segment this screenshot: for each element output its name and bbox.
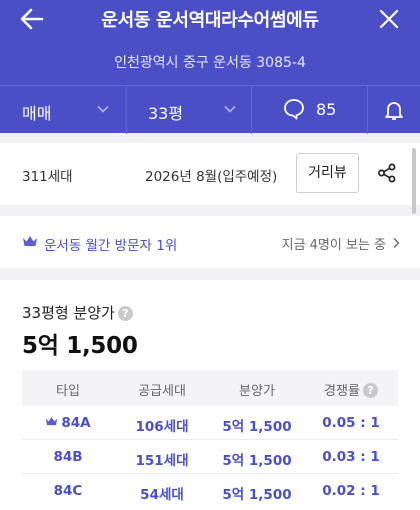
page-title: 운서동 운서역대라수어썸에듀 [101, 10, 319, 31]
sale-price-card: 33평형 분양가? 5억 1,500 타입 공급세대 분양가 경쟁률? 84A … [0, 280, 420, 510]
close-icon [379, 9, 399, 29]
size-label: 33평 [148, 104, 184, 123]
close-button[interactable] [376, 6, 402, 32]
crown-icon [46, 417, 58, 426]
visitor-rank-text: 운서동 월간 방문자 1위 [44, 238, 178, 254]
household-count: 311세대 [22, 169, 73, 185]
column-header-competition: 경쟁률? [304, 380, 398, 399]
table-row[interactable]: 84B 151세대 5억 1,500 0.03 : 1 [22, 440, 398, 474]
size-dropdown[interactable]: 33평 [126, 86, 251, 134]
households-cell: 151세대 [135, 453, 189, 469]
column-header-type: 타입 [56, 384, 80, 399]
notification-button[interactable] [367, 86, 420, 134]
filter-tab-bar: 매매 33평 85 [0, 85, 420, 134]
column-header-price: 분양가 [239, 384, 275, 399]
share-button[interactable] [376, 162, 398, 184]
street-view-button[interactable]: 거리뷰 [296, 153, 359, 193]
bell-icon [385, 102, 403, 120]
chevron-down-icon [97, 105, 109, 113]
sale-type-dropdown[interactable]: 매매 [0, 86, 126, 134]
type-cell: 84C [53, 483, 83, 499]
scrollbar-thumb[interactable] [412, 148, 416, 214]
app-header: 운서동 운서역대라수어썸에듀 인천광역시 중구 운서동 3085-4 매매 33… [0, 0, 420, 134]
current-viewers-link[interactable]: 지금 4명이 보는 중 [282, 234, 386, 253]
chevron-down-icon [224, 105, 236, 113]
competition-cell: 0.02 : 1 [322, 483, 380, 499]
households-cell: 106세대 [135, 419, 189, 435]
back-button[interactable] [18, 6, 46, 32]
help-icon[interactable]: ? [362, 383, 378, 398]
type-cell: 84A [22, 415, 114, 431]
price-cell: 5억 1,500 [222, 487, 292, 503]
crown-icon [23, 236, 37, 246]
sale-price-value: 5억 1,500 [22, 333, 138, 359]
competition-header-label: 경쟁률 [324, 384, 360, 399]
back-arrow-icon [20, 8, 44, 30]
price-cell: 5억 1,500 [222, 419, 292, 435]
chevron-right-icon[interactable] [392, 237, 400, 249]
header-top-bar: 운서동 운서역대라수어썸에듀 [0, 0, 420, 38]
type-label: 84A [61, 415, 91, 431]
price-section-label: 33평형 분양가 [22, 304, 115, 322]
comment-count: 85 [316, 100, 337, 119]
households-cell: 54세대 [140, 487, 184, 503]
price-section-title: 33평형 분양가? [22, 302, 133, 323]
address-text: 인천광역시 중구 운서동 3085-4 [114, 55, 306, 71]
visitor-rank-row: 운서동 월간 방문자 1위 지금 4명이 보는 중 [0, 216, 420, 268]
price-table: 타입 공급세대 분양가 경쟁률? 84A 106세대 5억 1,500 0.05… [22, 370, 398, 508]
table-row[interactable]: 84C 54세대 5억 1,500 0.02 : 1 [22, 474, 398, 508]
competition-cell: 0.05 : 1 [322, 415, 380, 431]
complex-info-row: 311세대 2026년 8월(입주예정) 거리뷰 [0, 143, 420, 205]
move-in-date: 2026년 8월(입주예정) [145, 169, 278, 185]
table-header: 타입 공급세대 분양가 경쟁률? [22, 370, 398, 406]
column-header-households: 공급세대 [138, 384, 186, 399]
competition-cell: 0.03 : 1 [322, 449, 380, 465]
comment-bubble-icon [284, 99, 304, 120]
sale-type-label: 매매 [22, 104, 52, 123]
price-cell: 5억 1,500 [222, 453, 292, 469]
comments-tab[interactable]: 85 [251, 86, 367, 134]
type-cell: 84B [53, 449, 83, 465]
help-icon[interactable]: ? [117, 306, 133, 321]
share-icon [378, 163, 396, 183]
table-row[interactable]: 84A 106세대 5억 1,500 0.05 : 1 [22, 406, 398, 440]
